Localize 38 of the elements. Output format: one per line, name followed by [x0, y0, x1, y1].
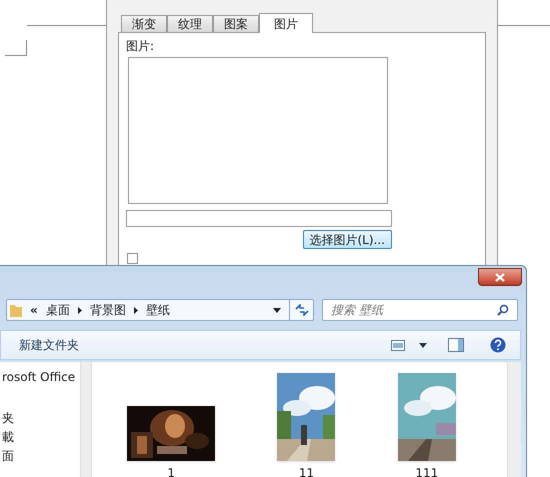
dropdown-arrow-icon[interactable] — [273, 308, 281, 312]
back-marker: « — [30, 302, 38, 319]
nav-item[interactable]: rosoft Office — [2, 370, 80, 385]
file-name[interactable]: 1 — [167, 464, 175, 477]
path-segment[interactable]: 壁纸 — [146, 301, 170, 319]
address-bar[interactable]: « 桌面 背景图 壁纸 — [6, 299, 314, 321]
picture-label: 图片: — [126, 38, 156, 55]
select-picture-button[interactable]: 选择图片(L)... — [302, 230, 392, 249]
chevron-right-icon — [78, 306, 82, 314]
file-name[interactable]: 111 — [415, 464, 438, 477]
refresh-icon — [294, 304, 308, 316]
search-placeholder: 搜索 壁纸 — [331, 302, 385, 319]
nav-item[interactable]: 夹 — [2, 411, 80, 426]
checkbox[interactable] — [127, 253, 138, 264]
nav-item[interactable]: 面 — [2, 449, 80, 464]
scrollbar[interactable] — [507, 362, 521, 477]
dropdown-arrow-icon[interactable] — [419, 342, 427, 348]
chevron-right-icon — [134, 306, 138, 314]
file-name[interactable]: 11 — [298, 464, 314, 477]
nav-item[interactable]: 載 — [2, 430, 80, 445]
tab[interactable]: 图片 — [259, 13, 313, 33]
new-folder-button[interactable]: 新建文件夹 — [19, 336, 79, 354]
margin-corner-mark — [5, 40, 27, 56]
search-icon — [497, 304, 509, 316]
search-field[interactable]: 搜索 壁纸 — [322, 299, 518, 321]
folder-icon — [10, 303, 22, 317]
path-segment[interactable]: 背景图 — [90, 301, 126, 319]
scrollbar[interactable] — [80, 362, 92, 477]
tab[interactable]: 纹理 — [167, 15, 213, 32]
preview-pane-icon[interactable] — [448, 338, 464, 352]
close-icon — [495, 272, 505, 282]
close-button[interactable] — [478, 268, 522, 286]
tab[interactable]: 图案 — [213, 15, 259, 32]
view-icon[interactable] — [391, 340, 405, 350]
help-icon[interactable] — [490, 337, 506, 353]
tab[interactable]: 渐变 — [121, 15, 167, 32]
path-segment[interactable]: 桌面 — [46, 301, 70, 319]
file-path-field[interactable] — [126, 210, 392, 227]
